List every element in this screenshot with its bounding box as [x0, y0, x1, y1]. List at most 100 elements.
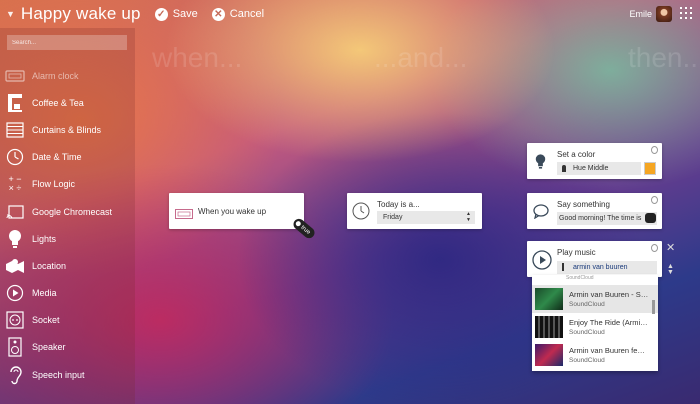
sidebar-item-label: Speech input	[32, 369, 85, 380]
top-bar: ▼ Happy wake up ✓ Save ✕ Cancel Emile	[0, 0, 700, 28]
avatar[interactable]	[656, 6, 672, 22]
music-note-icon	[562, 263, 564, 271]
result-row[interactable]: Armin van Buuren feat... SoundCloud	[532, 341, 658, 369]
and-card-label: Today is a...	[377, 200, 420, 209]
sidebar-item-label: Date & Time	[32, 152, 82, 163]
music-search-input[interactable]: armin van buuren	[557, 261, 657, 274]
bulb-icon	[5, 229, 25, 249]
weekday-select-value: Friday	[383, 214, 403, 221]
result-source: SoundCloud	[569, 301, 605, 308]
sidebar-item-label: Coffee & Tea	[32, 97, 84, 108]
timer-icon[interactable]	[651, 196, 658, 204]
menu-chevron-icon[interactable]: ▼	[6, 9, 15, 19]
save-label: Save	[172, 8, 198, 20]
map-icon	[5, 256, 25, 276]
sidebar-item-curtains-blinds[interactable]: Curtains & Blinds	[0, 116, 135, 143]
set-color-label: Set a color	[557, 150, 596, 159]
speech-bubble-icon	[533, 204, 549, 224]
result-title: Armin van Buuren feat...	[569, 346, 649, 355]
alarm-clock-icon	[5, 66, 25, 86]
set-color-card[interactable]: Set a color Hue Middle	[527, 143, 662, 179]
sidebar-item-label: Lights	[32, 233, 57, 244]
sidebar-item-label: Location	[32, 260, 67, 271]
speaker-icon	[5, 337, 25, 358]
result-title: Armin van Buuren - Sa...	[569, 290, 649, 299]
timer-icon[interactable]	[651, 146, 658, 154]
sidebar-item-date-time[interactable]: Date & Time	[0, 144, 135, 171]
timer-icon[interactable]	[651, 244, 658, 252]
speech-text-value: Good morning! The time is	[559, 215, 642, 222]
coffee-machine-icon	[5, 93, 25, 113]
play-circle-icon	[532, 250, 552, 275]
column-when-header: when...	[152, 42, 243, 73]
close-icon: ✕	[211, 7, 225, 21]
partial-result-row[interactable]: SoundCloud	[532, 275, 658, 284]
remove-card-icon[interactable]: ✕	[666, 241, 675, 254]
cancel-label: Cancel	[229, 8, 265, 20]
album-art-thumbnail	[535, 344, 563, 366]
socket-icon	[5, 310, 25, 330]
result-row[interactable]: Enjoy The Ride (Armin... SoundCloud	[532, 313, 658, 341]
speech-text-input[interactable]: Good morning! The time is	[557, 212, 657, 225]
sidebar-item-socket[interactable]: Socket	[0, 307, 135, 334]
sidebar-item-label: Socket	[32, 315, 60, 326]
sidebar-item-label: Flow Logic	[32, 179, 76, 190]
and-card[interactable]: Today is a... Friday ▲ ▼	[347, 193, 482, 229]
save-button[interactable]: ✓ Save	[154, 7, 198, 21]
result-source: SoundCloud	[569, 329, 605, 336]
plus-minus-times-icon: + − × ÷	[8, 174, 22, 194]
true-connector-tag[interactable]: true	[291, 216, 317, 241]
token-tag-icon[interactable]	[645, 213, 656, 223]
music-search-value: armin van buuren	[573, 264, 628, 271]
sidebar-item-label: Google Chromecast	[32, 206, 113, 217]
sidebar-item-label: Alarm clock	[32, 70, 79, 81]
sidebar-item-label: Speaker	[32, 342, 66, 353]
say-something-card[interactable]: Say something Good morning! The time is	[527, 193, 662, 229]
user-name[interactable]: Emile	[629, 9, 652, 19]
ear-icon	[5, 365, 25, 385]
bulb-icon	[535, 153, 546, 175]
select-arrows-icon: ▲ ▼	[466, 211, 471, 223]
sidebar-item-alarm-clock[interactable]: Alarm clock	[0, 62, 135, 89]
blinds-icon	[5, 120, 25, 140]
reorder-arrows-icon[interactable]: ▲ ▼	[667, 263, 674, 276]
sidebar-item-label: Curtains & Blinds	[32, 124, 102, 135]
sidebar-item-coffee-tea[interactable]: Coffee & Tea	[0, 89, 135, 116]
cast-icon	[5, 202, 25, 222]
search-input[interactable]	[7, 35, 127, 50]
when-card-label: When you wake up	[198, 207, 267, 216]
weekday-select[interactable]: Friday ▲ ▼	[377, 211, 475, 224]
light-select[interactable]: Hue Middle	[557, 162, 641, 175]
alarm-clock-icon	[175, 206, 193, 224]
sidebar-item-label: Media	[32, 288, 57, 299]
sidebar-item-flow-logic[interactable]: + − × ÷ Flow Logic	[0, 171, 135, 198]
sidebar-item-speech-input[interactable]: Speech input	[0, 361, 135, 388]
sidebar-item-location[interactable]: Location	[0, 252, 135, 279]
apps-grid-icon[interactable]	[680, 7, 692, 19]
partial-result-source: SoundCloud	[566, 275, 594, 281]
sidebar-list: Alarm clock Coffee & Tea Curtains & Blin…	[0, 62, 135, 388]
color-swatch[interactable]	[644, 162, 656, 175]
play-music-card[interactable]: Play music armin van buuren	[527, 241, 662, 277]
sidebar-item-media[interactable]: Media	[0, 280, 135, 307]
light-select-value: Hue Middle	[573, 165, 609, 172]
result-row[interactable]: Armin van Buuren - Sa... SoundCloud	[532, 285, 658, 313]
flow-title[interactable]: Happy wake up	[21, 4, 141, 24]
when-card[interactable]: When you wake up	[169, 193, 304, 229]
result-title: Enjoy The Ride (Armin...	[569, 318, 649, 327]
clock-icon	[352, 202, 370, 225]
check-icon: ✓	[154, 7, 168, 21]
play-icon	[5, 283, 25, 303]
true-tag-label: true	[299, 224, 312, 236]
sidebar-item-lights[interactable]: Lights	[0, 225, 135, 252]
album-art-thumbnail	[535, 288, 563, 310]
cancel-button[interactable]: ✕ Cancel	[211, 7, 265, 21]
sidebar: Alarm clock Coffee & Tea Curtains & Blin…	[0, 28, 135, 404]
result-source: SoundCloud	[569, 357, 605, 364]
sidebar-item-speaker[interactable]: Speaker	[0, 334, 135, 361]
music-results-dropdown: SoundCloud Armin van Buuren - Sa... Soun…	[532, 275, 658, 371]
play-music-label: Play music	[557, 248, 596, 257]
column-and-header: ...and...	[374, 42, 468, 73]
sidebar-item-google-chromecast[interactable]: Google Chromecast	[0, 198, 135, 225]
dropdown-scrollbar[interactable]	[652, 300, 655, 314]
